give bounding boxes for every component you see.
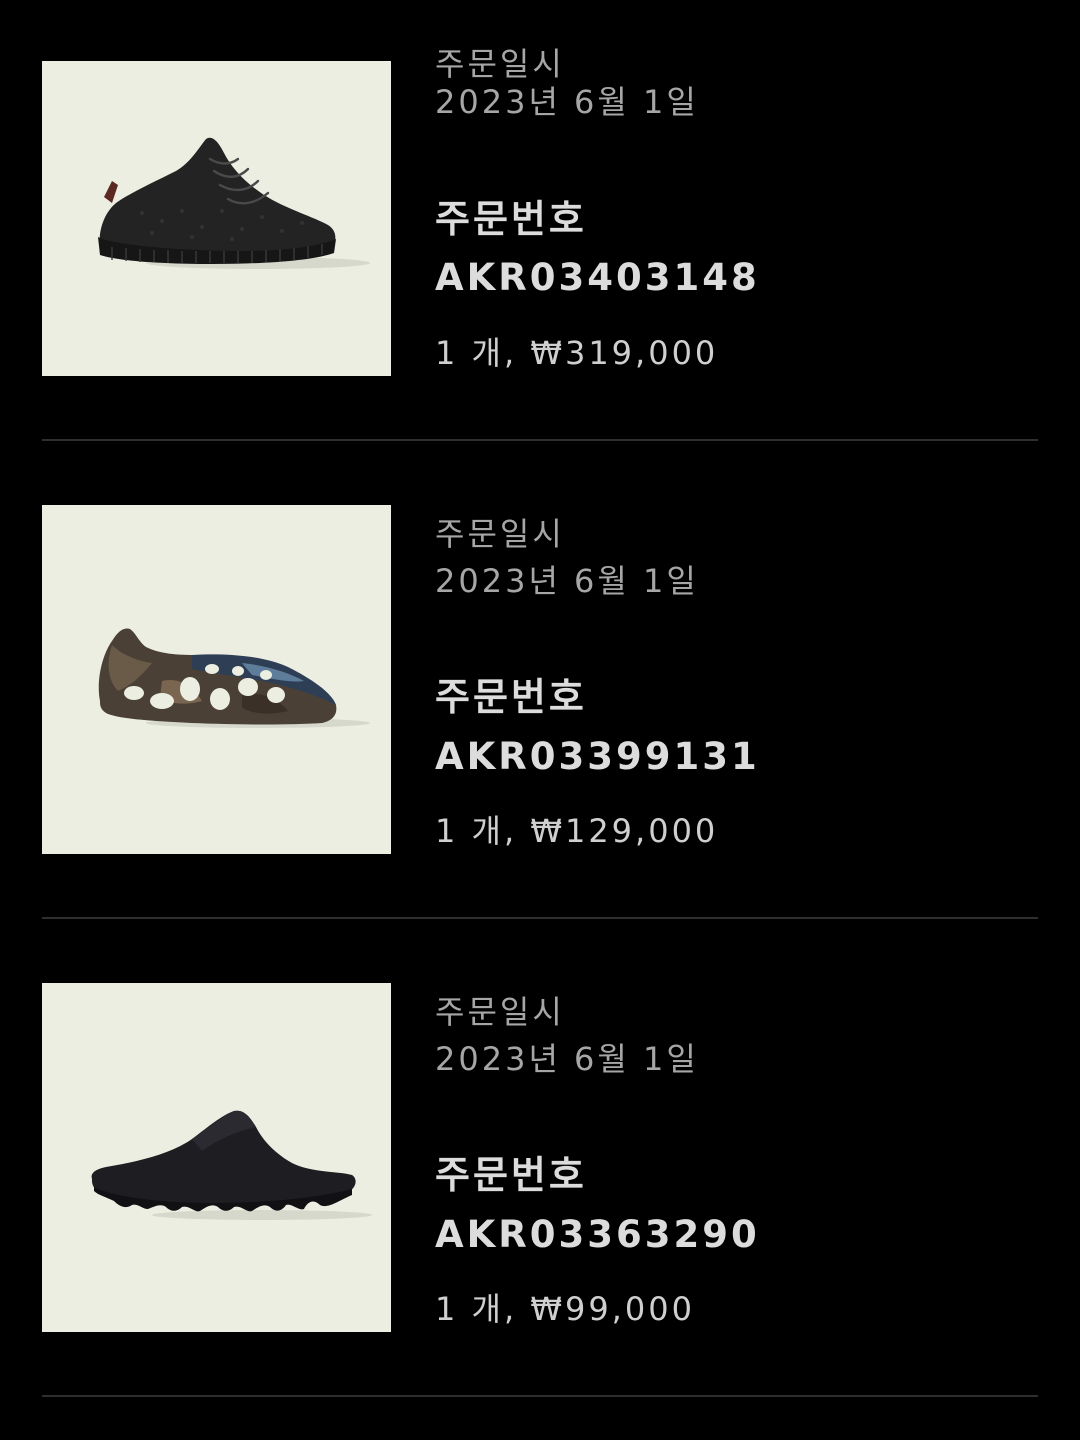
order-item[interactable]: 주문일시 2023년 6월 1일 주문번호 AKR03363290 1 개, ₩… (0, 938, 1080, 1378)
order-quantity-price: 1 개, ₩129,000 (435, 812, 719, 850)
order-history-page: 주문일시 2023년 6월 1일 주문번호 AKR03403148 1 개, ₩… (0, 0, 1080, 1440)
order-date-label: 주문일시 (435, 993, 565, 1031)
knit-sneaker-icon (98, 137, 370, 269)
order-item[interactable]: 주문일시 2023년 6월 1일 주문번호 AKR03399131 1 개, ₩… (0, 460, 1080, 900)
divider (42, 1395, 1038, 1397)
order-quantity-price: 1 개, ₩319,000 (435, 334, 719, 372)
order-info: 주문일시 2023년 6월 1일 주문번호 AKR03399131 1 개, ₩… (435, 510, 1035, 870)
product-image[interactable] (42, 983, 391, 1332)
product-image[interactable] (42, 61, 391, 376)
order-number-label: 주문번호 (435, 675, 587, 719)
order-date: 2023년 6월 1일 (435, 562, 699, 600)
order-date: 2023년 6월 1일 (435, 1040, 699, 1078)
order-quantity-price: 1 개, ₩99,000 (435, 1290, 695, 1328)
order-item[interactable]: 주문일시 2023년 6월 1일 주문번호 AKR03403148 1 개, ₩… (0, 0, 1080, 440)
product-image[interactable] (42, 505, 391, 854)
divider (42, 917, 1038, 919)
order-date-label: 주문일시 (435, 515, 565, 553)
slide-sandal-icon (91, 1110, 372, 1220)
divider (42, 439, 1038, 441)
order-number[interactable]: AKR03399131 (435, 732, 760, 782)
order-number-label: 주문번호 (435, 1153, 587, 1197)
order-number[interactable]: AKR03363290 (435, 1210, 760, 1260)
order-date: 2023년 6월 1일 (435, 83, 699, 121)
order-info: 주문일시 2023년 6월 1일 주문번호 AKR03403148 1 개, ₩… (435, 40, 1035, 400)
foam-runner-icon (98, 628, 370, 728)
order-info: 주문일시 2023년 6월 1일 주문번호 AKR03363290 1 개, ₩… (435, 988, 1035, 1348)
order-number[interactable]: AKR03403148 (435, 253, 760, 303)
order-number-label: 주문번호 (435, 197, 587, 241)
